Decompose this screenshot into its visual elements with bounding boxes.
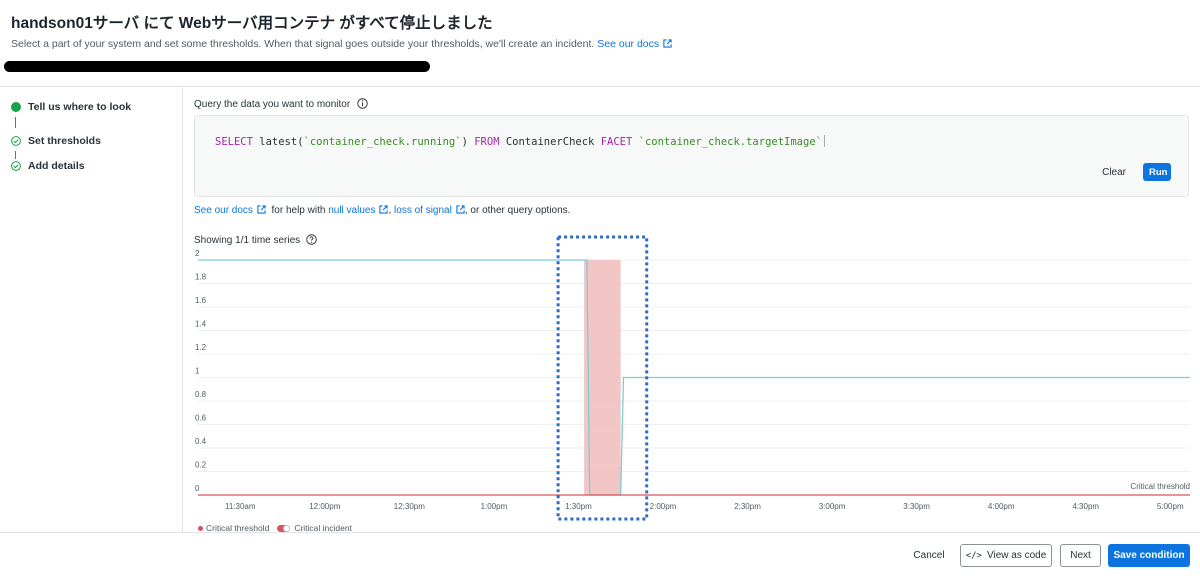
step-set-thresholds[interactable]: Set thresholds xyxy=(11,134,101,148)
critical-incident-toggle-icon[interactable] xyxy=(277,524,291,532)
view-as-code-button[interactable]: </> View as code xyxy=(960,544,1052,567)
footer-divider xyxy=(0,532,1200,533)
y-tick-label: 0.2 xyxy=(195,461,207,470)
null-values-link[interactable]: null values xyxy=(328,205,389,216)
loss-of-signal-link[interactable]: loss of signal xyxy=(394,205,465,216)
step-active-dot-icon xyxy=(11,102,21,112)
x-tick-label: 12:00pm xyxy=(309,502,340,511)
x-tick-label: 1:00pm xyxy=(481,502,508,511)
step-where-to-look[interactable]: Tell us where to look xyxy=(11,100,131,114)
cancel-button[interactable]: Cancel xyxy=(906,544,952,567)
y-tick-label: 0.8 xyxy=(195,390,207,399)
help-docs-link[interactable]: See our docs xyxy=(194,205,266,216)
nrql-query-text[interactable]: SELECT latest(`container_check.running`)… xyxy=(215,135,825,148)
y-tick-label: 0.4 xyxy=(195,437,207,446)
step-add-details[interactable]: Add details xyxy=(11,159,85,173)
code-icon: </> xyxy=(965,550,982,561)
steps-sidebar: Tell us where to look Set thresholds Add… xyxy=(0,87,183,533)
y-tick-label: 2 xyxy=(195,249,200,258)
x-tick-label: 11:30am xyxy=(225,502,256,511)
x-tick-label: 3:00pm xyxy=(819,502,846,511)
time-series-chart: Critical threshold 0 0.2 0.4 0.6 0.8 1 1.2 1.4 1… xyxy=(195,235,1190,521)
step-label: Set thresholds xyxy=(28,135,101,147)
page-subtitle: Select a part of your system and set som… xyxy=(11,38,672,50)
step-label: Tell us where to look xyxy=(28,101,132,113)
step-connector xyxy=(15,151,16,159)
y-tick-label: 1 xyxy=(195,367,200,376)
y-tick-label: 0 xyxy=(195,484,200,493)
save-condition-button[interactable]: Save condition xyxy=(1108,544,1190,567)
y-tick-label: 1.6 xyxy=(195,296,207,305)
y-tick-label: 1.8 xyxy=(195,273,207,282)
x-tick-label: 12:30pm xyxy=(394,502,425,511)
x-tick-label: 3:30pm xyxy=(903,502,930,511)
critical-threshold-label: Critical threshold xyxy=(1130,482,1190,491)
check-circle-icon xyxy=(11,161,21,171)
step-label: Add details xyxy=(28,160,85,172)
query-label: Query the data you want to monitor xyxy=(194,98,368,110)
x-tick-label: 1:30pm xyxy=(565,502,592,511)
external-link-icon xyxy=(663,39,672,48)
query-help: See our docs for help with null values, … xyxy=(194,205,571,216)
run-button[interactable]: Run xyxy=(1143,163,1171,181)
x-tick-label: 2:30pm xyxy=(734,502,761,511)
x-tick-label: 2:00pm xyxy=(650,502,677,511)
external-link-icon xyxy=(257,205,266,214)
text-cursor xyxy=(823,135,825,147)
critical-threshold-legend-dot-icon xyxy=(198,525,203,531)
external-link-icon xyxy=(456,205,465,214)
x-tick-label: 4:00pm xyxy=(988,502,1015,511)
x-tick-label: 5:00pm xyxy=(1157,502,1184,511)
clear-button[interactable]: Clear xyxy=(1102,167,1126,178)
check-circle-icon xyxy=(11,136,21,146)
see-our-docs-link[interactable]: See our docs xyxy=(597,38,672,50)
step-connector xyxy=(15,117,16,128)
query-editor[interactable]: SELECT latest(`container_check.running`)… xyxy=(194,115,1189,197)
y-tick-label: 1.2 xyxy=(195,343,207,352)
y-tick-label: 0.6 xyxy=(195,414,207,423)
next-button[interactable]: Next xyxy=(1060,544,1101,567)
page-title: handson01サーバ にて Webサーバ用コンテナ がすべて停止しました xyxy=(11,15,493,32)
x-tick-label: 4:30pm xyxy=(1072,502,1099,511)
redacted-bar xyxy=(4,61,430,72)
info-icon[interactable] xyxy=(357,98,368,109)
subtitle-text: Select a part of your system and set som… xyxy=(11,38,595,50)
y-tick-label: 1.4 xyxy=(195,320,207,329)
